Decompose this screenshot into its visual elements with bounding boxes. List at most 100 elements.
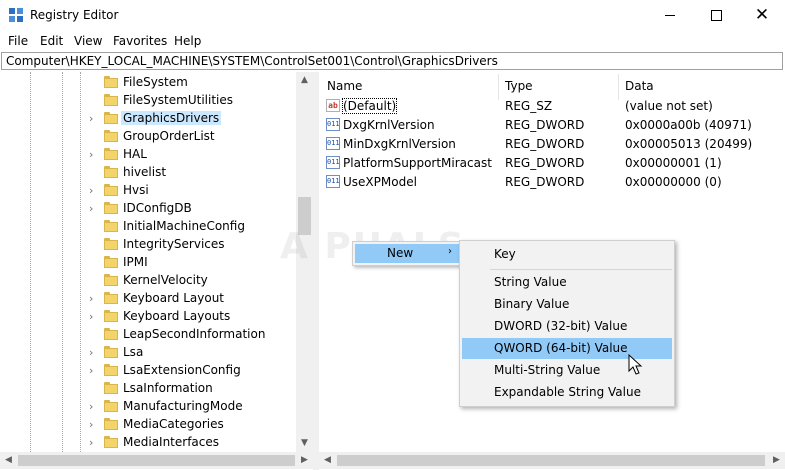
context-menu: New › xyxy=(352,241,464,266)
menu-edit[interactable]: Edit xyxy=(40,34,63,48)
folder-icon xyxy=(104,328,118,340)
tree-item-label: LsaInformation xyxy=(123,381,213,395)
tree-item[interactable]: › Keyboard Layout xyxy=(0,290,300,308)
submenu-item[interactable]: DWORD (32-bit) Value xyxy=(462,316,672,337)
tree-horizontal-scrollbar[interactable]: ◀ ▶ xyxy=(0,452,313,469)
tree-item[interactable]: KernelVelocity xyxy=(0,272,300,290)
tree-item-label: IDConfigDB xyxy=(123,201,192,215)
column-header-name[interactable]: Name xyxy=(327,79,362,93)
scroll-thumb[interactable] xyxy=(337,455,765,466)
expand-chevron-icon[interactable]: › xyxy=(89,112,93,125)
menu-item-label: DWORD (32-bit) Value xyxy=(494,319,628,333)
menu-view[interactable]: View xyxy=(74,34,102,48)
expand-chevron-icon[interactable]: › xyxy=(89,148,93,161)
tree-item[interactable]: hivelist xyxy=(0,164,300,182)
column-header-data[interactable]: Data xyxy=(625,79,654,93)
tree-item[interactable]: LeapSecondInformation xyxy=(0,326,300,344)
value-row[interactable]: 011 UseXPModel REG_DWORD 0x00000000 (0) xyxy=(319,173,785,192)
value-row[interactable]: 011 PlatformSupportMiracast REG_DWORD 0x000… xyxy=(319,154,785,173)
maximize-button[interactable] xyxy=(693,0,739,31)
registry-editor-icon xyxy=(9,8,24,23)
scroll-right-icon[interactable]: ▶ xyxy=(768,452,785,469)
value-name: PlatformSupportMiracast xyxy=(343,156,492,170)
scroll-right-icon[interactable]: ▶ xyxy=(296,452,313,469)
scroll-left-icon[interactable]: ◀ xyxy=(0,452,17,469)
value-name: MinDxgKrnlVersion xyxy=(343,137,456,151)
binary-value-icon: 011 xyxy=(326,175,340,188)
column-header-type[interactable]: Type xyxy=(505,79,533,93)
tree-item[interactable]: › MediaInterfaces xyxy=(0,434,300,452)
folder-icon xyxy=(104,274,118,286)
scroll-up-icon[interactable]: ▲ xyxy=(296,72,313,89)
expand-chevron-icon[interactable]: › xyxy=(89,436,93,449)
maximize-icon xyxy=(710,10,722,21)
tree-item-label: GroupOrderList xyxy=(123,129,215,143)
close-button[interactable]: ✕ xyxy=(739,0,785,31)
expand-chevron-icon[interactable]: › xyxy=(89,202,93,215)
expand-chevron-icon[interactable]: › xyxy=(89,346,93,359)
tree-item[interactable]: › Keyboard Layouts xyxy=(0,308,300,326)
expand-chevron-icon[interactable]: › xyxy=(89,400,93,413)
scroll-left-icon[interactable]: ◀ xyxy=(319,452,336,469)
submenu-item[interactable]: String Value xyxy=(462,272,672,293)
scroll-down-icon[interactable]: ▼ xyxy=(296,435,313,452)
tree-item[interactable]: InitialMachineConfig xyxy=(0,218,300,236)
new-submenu: Key String Value Binary Value DWORD (32-bi… xyxy=(459,240,675,407)
expand-chevron-icon[interactable]: › xyxy=(89,364,93,377)
folder-icon xyxy=(104,202,118,214)
tree-item[interactable]: › ManufacturingMode xyxy=(0,398,300,416)
submenu-item[interactable]: Expandable String Value xyxy=(462,382,672,403)
tree-item-label: ManufacturingMode xyxy=(123,399,243,413)
tree-item[interactable]: FileSystem xyxy=(0,74,300,92)
tree-item-label: LeapSecondInformation xyxy=(123,327,266,341)
tree-item[interactable]: IPMI xyxy=(0,254,300,272)
expand-chevron-icon[interactable]: › xyxy=(89,184,93,197)
value-row[interactable]: 011 MinDxgKrnlVersion REG_DWORD 0x00005013 … xyxy=(319,135,785,154)
menu-item-key[interactable]: Key xyxy=(462,244,672,265)
tree-item[interactable]: GroupOrderList xyxy=(0,128,300,146)
menu-item-label: QWORD (64-bit) Value xyxy=(494,341,628,355)
submenu-item[interactable]: Binary Value xyxy=(462,294,672,315)
tree-item[interactable]: › MediaCategories xyxy=(0,416,300,434)
binary-value-icon: 011 xyxy=(326,137,340,150)
close-icon: ✕ xyxy=(754,5,770,25)
tree-item[interactable]: LsaInformation xyxy=(0,380,300,398)
tree-item[interactable]: › LsaExtensionConfig xyxy=(0,362,300,380)
value-type: REG_DWORD xyxy=(505,118,585,132)
values-horizontal-scrollbar[interactable]: ◀ ▶ xyxy=(319,452,785,469)
tree-item[interactable]: IntegrityServices xyxy=(0,236,300,254)
value-type: REG_DWORD xyxy=(505,137,585,151)
minimize-button[interactable] xyxy=(647,0,693,31)
tree-item[interactable]: › IDConfigDB xyxy=(0,200,300,218)
menu-help[interactable]: Help xyxy=(174,34,201,48)
tree-item[interactable]: FileSystemUtilities xyxy=(0,92,300,110)
value-type: REG_SZ xyxy=(505,99,553,113)
tree-item-label: MediaCategories xyxy=(123,417,224,431)
value-row[interactable]: ab (Default) REG_SZ (value not set) xyxy=(319,97,785,116)
tree-item[interactable]: › Lsa xyxy=(0,344,300,362)
folder-icon xyxy=(104,382,118,394)
address-path: Computer\HKEY_LOCAL_MACHINE\SYSTEM\Contr… xyxy=(6,54,498,68)
folder-icon xyxy=(104,364,118,376)
folder-icon xyxy=(104,418,118,430)
minimize-icon xyxy=(665,15,675,16)
value-data: 0x00005013 (20499) xyxy=(625,137,753,151)
folder-icon xyxy=(104,112,118,124)
tree-item[interactable]: › HAL xyxy=(0,146,300,164)
menu-file[interactable]: File xyxy=(8,34,28,48)
tree-item[interactable]: › Hvsi xyxy=(0,182,300,200)
menu-item-new[interactable]: New › xyxy=(355,244,461,263)
tree-item-label: MediaInterfaces xyxy=(123,435,220,449)
value-row[interactable]: 011 DxgKrnlVersion REG_DWORD 0x0000a00b (40… xyxy=(319,116,785,135)
value-name: UseXPModel xyxy=(343,175,417,189)
tree-item[interactable]: › GraphicsDrivers xyxy=(0,110,300,128)
expand-chevron-icon[interactable]: › xyxy=(89,418,93,431)
value-type: REG_DWORD xyxy=(505,156,585,170)
expand-chevron-icon[interactable]: › xyxy=(89,292,93,305)
address-bar[interactable]: Computer\HKEY_LOCAL_MACHINE\SYSTEM\Contr… xyxy=(1,52,783,70)
scroll-thumb[interactable] xyxy=(18,455,295,466)
expand-chevron-icon[interactable]: › xyxy=(89,310,93,323)
menu-favorites[interactable]: Favorites xyxy=(113,34,167,48)
mouse-cursor-icon xyxy=(628,354,643,375)
window-title: Registry Editor xyxy=(30,8,119,22)
